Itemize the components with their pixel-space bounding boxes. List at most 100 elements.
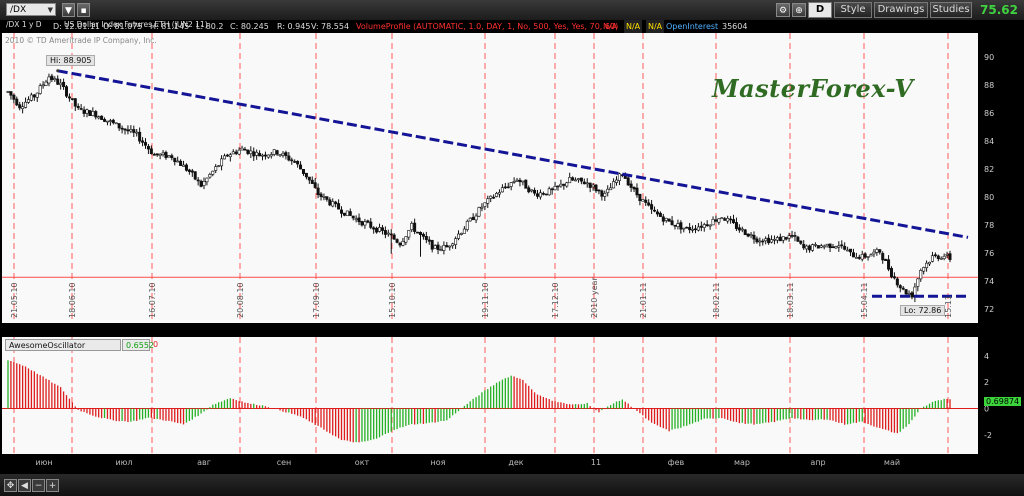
candle <box>345 210 349 217</box>
candle <box>117 123 121 129</box>
candle <box>266 154 270 158</box>
candle <box>538 192 542 198</box>
candle <box>240 147 244 151</box>
candle <box>933 254 937 257</box>
candle <box>281 152 285 156</box>
candle <box>778 236 782 242</box>
candle <box>851 252 855 258</box>
price-tick: 88 <box>984 81 994 90</box>
candle <box>819 245 823 248</box>
candle <box>383 230 387 235</box>
candle <box>752 234 756 240</box>
candle <box>667 218 671 222</box>
candle <box>325 196 329 200</box>
pan-icon[interactable]: ✥ <box>4 479 17 492</box>
candle <box>471 216 475 221</box>
candle <box>898 285 902 289</box>
candle <box>18 104 22 109</box>
back-icon[interactable]: ◀ <box>18 479 31 492</box>
price-tick: 82 <box>984 165 994 174</box>
candle <box>152 154 156 156</box>
candle <box>536 193 540 197</box>
candle <box>44 81 48 86</box>
date-label: 21.01.11 <box>639 282 648 318</box>
candle <box>26 99 30 103</box>
candle <box>948 253 952 260</box>
candle <box>737 227 741 231</box>
candle <box>907 293 911 295</box>
candle <box>515 179 519 182</box>
candle <box>550 188 554 191</box>
candle <box>307 176 311 181</box>
candle <box>21 106 25 109</box>
price-tick: 76 <box>984 249 994 258</box>
candle <box>477 207 481 217</box>
candle <box>527 187 531 193</box>
candle <box>392 234 396 240</box>
candle <box>673 224 677 227</box>
candle <box>24 101 28 108</box>
candle <box>342 212 346 216</box>
candle <box>316 187 320 196</box>
candle <box>322 196 326 198</box>
zoom-in-icon[interactable]: + <box>46 479 59 492</box>
candle <box>337 203 341 210</box>
candle <box>743 229 747 236</box>
month-label: ноя <box>431 458 446 467</box>
candle <box>211 170 215 175</box>
candle <box>129 129 133 132</box>
candle <box>167 155 171 158</box>
candle <box>217 165 221 167</box>
candle <box>726 218 730 222</box>
candle <box>705 224 709 227</box>
zoom-out-icon[interactable]: − <box>32 479 45 492</box>
candle <box>606 188 610 193</box>
candle <box>556 185 560 188</box>
candle <box>182 164 186 167</box>
candle <box>489 195 493 199</box>
candle <box>857 256 861 259</box>
candle <box>644 199 648 203</box>
candle <box>196 179 200 182</box>
candle <box>228 154 232 158</box>
candle <box>808 245 812 251</box>
candle <box>395 239 399 243</box>
candle <box>105 120 109 123</box>
candle <box>945 253 949 256</box>
candle <box>275 150 279 155</box>
candle <box>375 227 379 233</box>
candle <box>875 249 879 253</box>
month-label: мар <box>734 458 750 467</box>
candle <box>243 148 247 151</box>
candle <box>468 217 472 222</box>
candle <box>614 179 618 183</box>
candle <box>822 245 826 248</box>
candle <box>290 159 294 162</box>
candle <box>849 248 853 253</box>
candle <box>781 236 785 241</box>
candle <box>816 245 820 249</box>
candle <box>372 227 376 230</box>
candle <box>222 155 226 160</box>
candle <box>389 233 393 236</box>
candle <box>351 215 355 219</box>
candle <box>679 222 683 230</box>
candle <box>360 221 364 226</box>
candle <box>682 227 686 230</box>
candle <box>717 218 721 223</box>
candle <box>889 268 893 278</box>
candle <box>600 190 604 197</box>
candle <box>793 235 797 237</box>
candle <box>38 85 42 94</box>
candle <box>138 131 142 142</box>
candle <box>872 251 876 255</box>
candle <box>506 186 510 189</box>
candle <box>723 218 727 221</box>
candle <box>187 169 191 172</box>
candle <box>451 243 455 247</box>
candle <box>521 180 525 183</box>
candle <box>220 158 224 167</box>
oscillator-name[interactable]: AwesomeOscillator <box>5 339 121 351</box>
candle <box>790 235 794 237</box>
candle <box>699 225 703 228</box>
